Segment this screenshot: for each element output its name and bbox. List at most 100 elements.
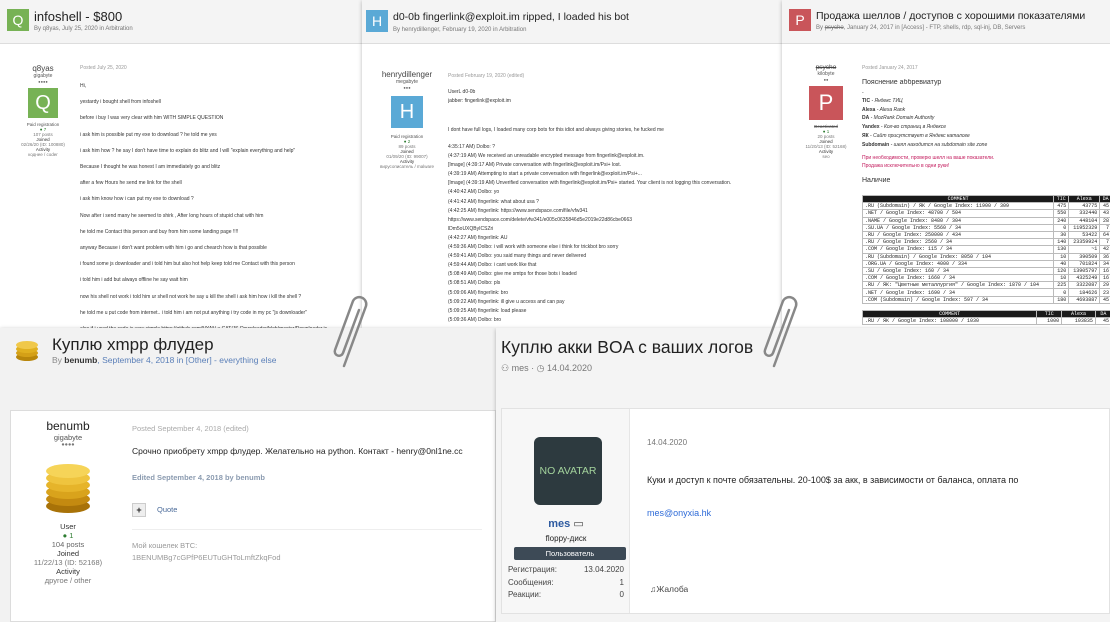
post-card: benumb gigabyte ●●●● User ● 1 104 posts … [10,410,496,622]
chat-line: (5:09:36 AM) Dolbo: bro [448,316,502,323]
author-name[interactable]: henrydillenger [374,70,440,79]
table-cell: 23359924 [1068,238,1101,247]
stock-table: COMMENT TIC Alexa DA .RU (Subdomain) / ЯК / … [861,194,1110,304]
table-cell: ~1 [1068,245,1101,254]
signature-divider [132,529,482,530]
topic-avatar: H [366,10,388,32]
section-heading-abbrev: Пояснение аббревиатур [862,79,942,86]
topic-avatar: P [789,9,811,31]
email-link[interactable]: mes@onyxia.hk [647,508,711,518]
post-card: NO AVATAR mes ▭ floppy-диск Пользователь… [501,408,1110,614]
section-heading-stock: Наличие [862,177,891,184]
author-name[interactable]: q8yas [14,64,72,73]
screenshot-xmpp-flooder: Куплю xmpp флудер By benumb, September 4… [0,328,496,622]
coins-avatar-icon [46,464,90,513]
author-avatar[interactable] [43,456,93,516]
rank-dots: ●● [823,77,829,82]
table-cell: .NET / Google Index: 48700 / 504 [861,209,1055,218]
red-note-1: При необходимости, проверю шелл на ваше … [862,155,995,161]
table-cell: 43 [1099,209,1110,218]
edited-note: Edited September 4, 2018 by benumb [132,473,265,482]
table-cell: .RU (Subdomain) / Google Index: 8050 / 1… [861,252,1055,261]
table-cell: .COM (Subdomain) / Google Index: 597 / 3… [861,295,1055,304]
topic-header: P Продажа шеллов / доступов с хорошими п… [782,0,1110,44]
paperclip-icon [333,295,368,368]
table-cell: 120 [1053,266,1070,276]
table-cell: .RU / Google Index: 2560 / 34 [861,238,1055,247]
activity-value: коднее / coder [28,152,58,157]
author-group: User [60,522,76,531]
post-date: Posted February 19, 2020 (edited) [448,73,525,79]
author-avatar[interactable]: P [809,86,843,120]
user-badge: Пользователь [514,547,626,560]
chat-line: (4:42:25 AM) fingerlink: https://www.sen… [448,207,588,214]
post-line: i ask him how ? he say I don't have time… [80,147,296,154]
chat-line: (4:41:42 AM) fingerlink: what about usa … [448,198,539,205]
topic-title[interactable]: d0-0b fingerlink@exploit.im ripped, I lo… [393,11,629,23]
post-paragraph: I dont have full logs, I loaded many cor… [448,127,664,133]
chat-line: (4:42:27 AM) fingerlink: AU [448,234,508,241]
author-avatar[interactable]: H [391,96,423,128]
post-line: he told me u put code from internet.. i … [80,309,307,316]
topic-header: Q infoshell - $800 By q8yas, July 25, 20… [0,0,362,44]
post-line: i ask him is possible put my exe to down… [80,131,217,138]
table-header: DA [1099,194,1110,204]
table-cell: 43775 [1068,202,1101,211]
topic-title[interactable]: Куплю акки BOA с ваших логов [501,337,753,358]
table-cell: 140 [1053,238,1070,247]
author-column: henrydillenger megabyte ●●● H Paid regis… [374,70,440,169]
table-cell: 30 [1053,230,1070,240]
table-header: COMMENT [861,309,1038,319]
author-name[interactable]: psycho [796,64,856,71]
table-cell: 16 [1099,266,1110,276]
table-cell: 7 [1099,238,1110,247]
red-note-2: Продажа исключительно в одни руки! [862,163,950,169]
post-line: now his shell not work i told him ur she… [80,293,302,300]
activity-value: другое / other [44,576,92,585]
table-cell: 130 [1053,245,1070,254]
abbrev-item: Subdomain - шелл находится на subdomain … [862,141,988,148]
abbrev-item: Alexa - Alexa Rank [862,106,906,113]
author-stats: Регистрация: 13.04.2020 Сообщения: 1 Реакции… [508,564,624,602]
table-cell: 180 [1053,295,1070,304]
report-button[interactable]: ♫Жалоба [650,584,688,594]
post-line: yestardy i bought shell from infoshell [80,99,161,106]
topic-title[interactable]: infoshell - $800 [34,9,122,24]
table-cell: .NET / Google Index: 1690 / 34 [861,288,1055,297]
intro-line: UserL d0-0b [448,89,476,95]
quote-button[interactable]: Quote [157,505,177,514]
chat-line: (4:40:42 AM) Dolbo: yo [448,189,500,196]
table-cell: 40 [1053,259,1070,268]
topic-title[interactable]: Продажа шеллов / доступов с хорошими пок… [816,10,1085,22]
table-row: .NAME / Google Index: 8480 / 304 240 44810… [861,216,1110,225]
clock-icon: ◷ [536,363,545,373]
rank-dots: ●●●● [61,442,75,448]
table-cell: 42 [1099,245,1110,254]
table-cell: .RU (Subdomain) / ЯК / Google Index: 119… [861,202,1055,211]
table-cell: 184626 [1068,288,1101,297]
topic-title[interactable]: Куплю xmpp флудер [52,335,214,355]
table-row: .RU / Google Index: 250000 / 434 30 53422 6… [861,230,1110,240]
author-avatar[interactable]: Q [28,88,58,118]
table-cell: 448104 [1068,216,1101,225]
table-cell: .NAME / Google Index: 8480 / 304 [861,216,1055,225]
table-row: .ORG.UA / Google Index: 4000 / 334 40 7018… [861,259,1110,268]
topic-subtitle: By q8yas, July 25, 2020 in Arbitration [34,26,133,32]
quote-plus-button[interactable]: + [132,503,146,517]
author-name[interactable]: mes ▭ [502,517,630,530]
stock-table-2: COMMENT TIC Alexa DA .RU / ЯК / Google Index… [861,309,1110,326]
chat-line: https://www.sendspace.com/delete/vfw341/… [448,216,633,223]
message-icon[interactable]: ▭ [573,518,583,530]
joined-label: Joined [56,549,80,558]
table-cell: 103835 [1061,317,1096,326]
chat-line: [Image] (4:39:17 AM) Private conversatio… [448,162,622,169]
rank-dots: ●●● [403,85,411,90]
table-row: .COM (Subdomain) / Google Index: 597 / 3… [861,295,1110,304]
abbrev-item: ЯК - Сайт присутствует в Яндекс каталоге [862,132,970,139]
table-cell: 10 [1053,274,1070,283]
author-name[interactable]: benumb [13,419,123,433]
abbrev-item: Yandex - Кол-во страниц в Яндексе [862,124,946,131]
table-cell: 240 [1053,216,1070,225]
screenshot-fingerlink: H d0-0b fingerlink@exploit.im ripped, I … [362,0,782,328]
no-avatar[interactable]: NO AVATAR [534,437,602,505]
